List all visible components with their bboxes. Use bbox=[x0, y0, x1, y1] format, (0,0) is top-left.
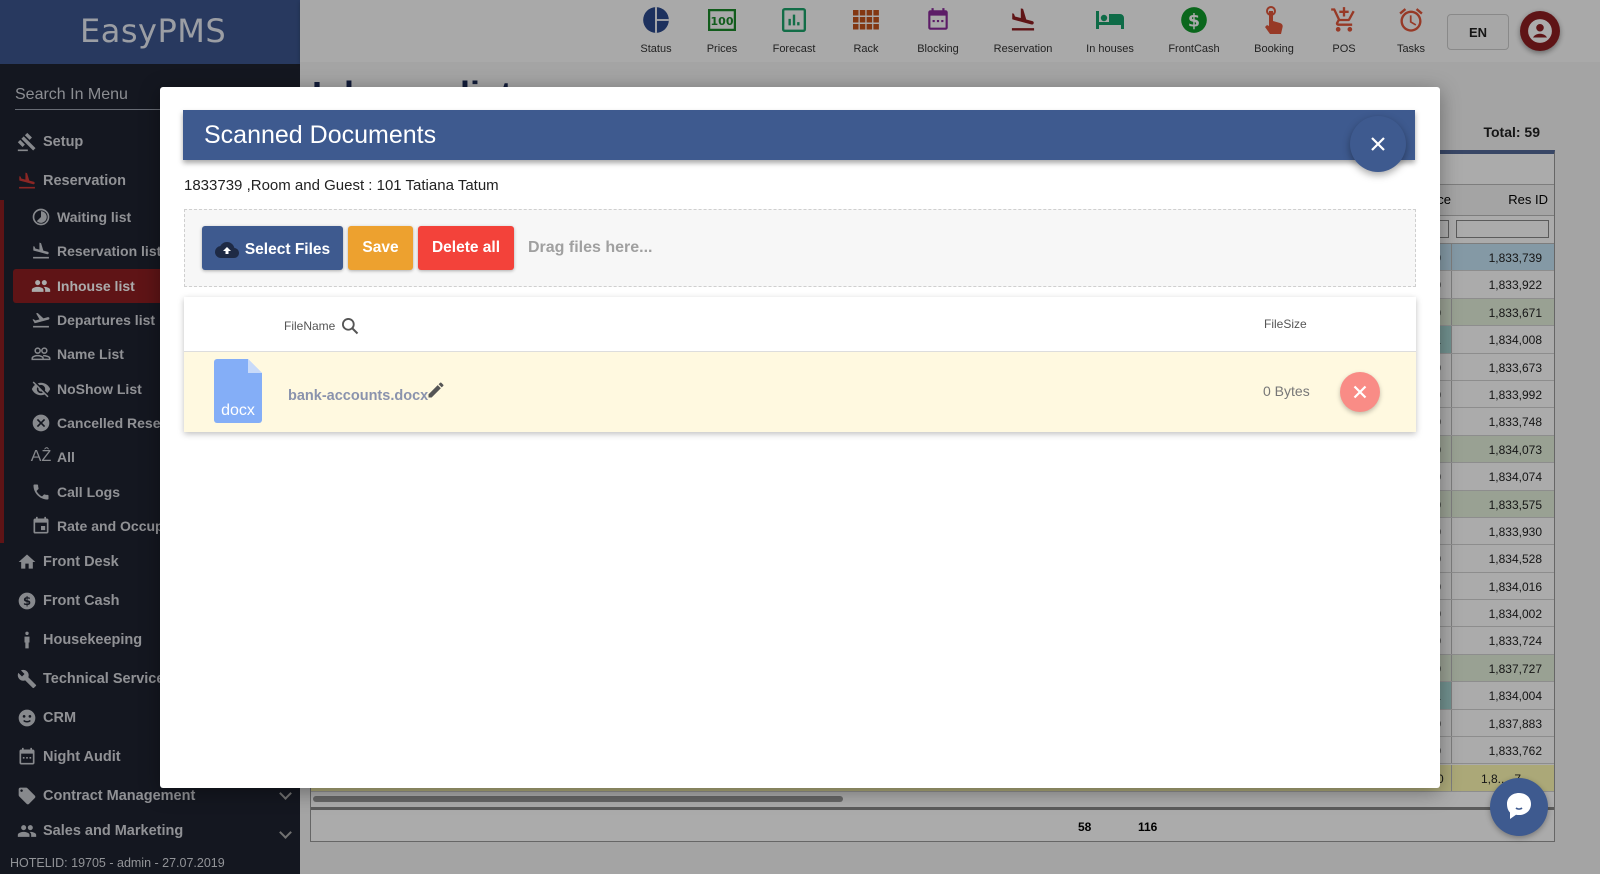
select-files-button[interactable]: Select Files bbox=[202, 226, 343, 270]
delete-file-button[interactable] bbox=[1340, 372, 1380, 412]
filename-header-label: FileName bbox=[284, 319, 336, 333]
column-header-filesize: FileSize bbox=[1264, 317, 1307, 331]
delete-all-button[interactable]: Delete all bbox=[418, 226, 514, 270]
dialog-header: Scanned Documents bbox=[183, 110, 1415, 160]
chat-icon bbox=[1507, 793, 1531, 819]
dialog-title: Scanned Documents bbox=[204, 120, 437, 149]
scanned-documents-dialog: Scanned Documents 1833739 ,Room and Gues… bbox=[160, 87, 1440, 788]
close-icon bbox=[1353, 385, 1367, 399]
files-table: FileName FileSize docx bank-accounts.doc… bbox=[184, 297, 1416, 432]
files-table-header: FileName FileSize bbox=[184, 297, 1416, 352]
file-drop-zone[interactable]: Select Files Save Delete all Drag files … bbox=[184, 209, 1416, 287]
file-row[interactable]: docx bank-accounts.docx 0 Bytes bbox=[184, 352, 1416, 432]
select-files-label: Select Files bbox=[244, 241, 331, 258]
file-size: 0 Bytes bbox=[1263, 383, 1310, 399]
file-extension-label: docx bbox=[221, 402, 255, 419]
drag-files-hint: Drag files here... bbox=[528, 239, 653, 256]
cloud-upload-icon bbox=[214, 241, 239, 259]
search-icon[interactable] bbox=[340, 316, 360, 336]
column-header-filename[interactable]: FileName bbox=[284, 316, 360, 336]
docx-file-icon: docx bbox=[214, 359, 262, 423]
edit-pencil-icon[interactable] bbox=[426, 380, 446, 405]
save-button[interactable]: Save bbox=[348, 226, 413, 270]
chat-widget-button[interactable] bbox=[1490, 778, 1548, 836]
reservation-info: 1833739 ,Room and Guest : 101 Tatiana Ta… bbox=[184, 177, 499, 194]
close-button[interactable] bbox=[1350, 116, 1406, 172]
close-icon bbox=[1371, 137, 1385, 151]
file-name-link[interactable]: bank-accounts.docx bbox=[288, 388, 428, 404]
